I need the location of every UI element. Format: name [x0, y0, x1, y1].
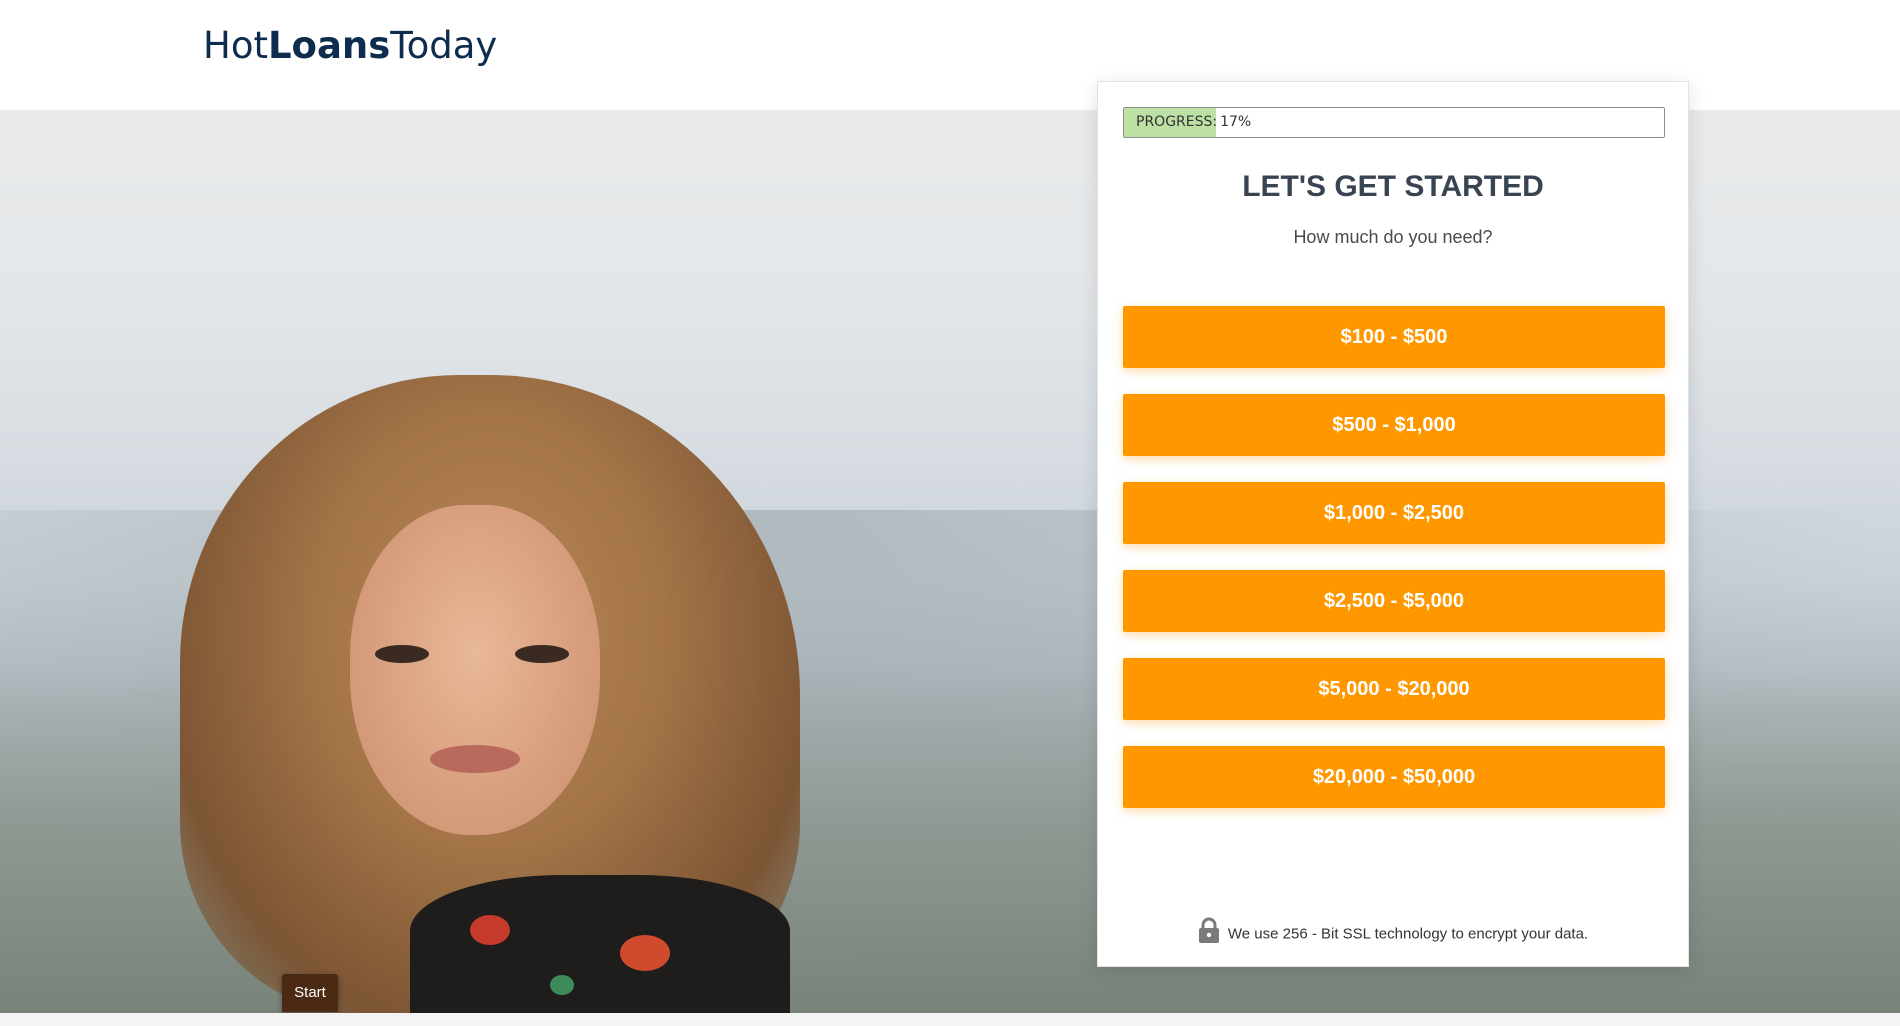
amount-option-1000-2500[interactable]: $1,000 - $2,500 — [1123, 482, 1665, 544]
face-shape — [350, 505, 600, 835]
progress-bar: PROGRESS: 17% — [1123, 107, 1665, 138]
shirt-leaf-shape — [550, 975, 574, 995]
logo-text-hot: Hot — [203, 24, 268, 67]
amount-option-5000-20000[interactable]: $5,000 - $20,000 — [1123, 658, 1665, 720]
loan-form-card: PROGRESS: 17% LET'S GET STARTED How much … — [1097, 81, 1689, 967]
shirt-flower-shape — [470, 915, 510, 945]
progress-label-text: PROGRESS: — [1136, 114, 1218, 130]
site-logo[interactable]: HotLoansToday — [203, 24, 497, 67]
progress-percent: 17% — [1220, 114, 1252, 130]
hero-photo-woman — [150, 275, 830, 1013]
amount-options: $100 - $500 $500 - $1,000 $1,000 - $2,50… — [1123, 306, 1665, 834]
form-question: How much do you need? — [1293, 227, 1493, 247]
amount-option-2500-5000[interactable]: $2,500 - $5,000 — [1123, 570, 1665, 632]
security-note: We use 256 - Bit SSL technology to encry… — [1098, 917, 1688, 950]
right-eye-shape — [515, 645, 569, 663]
progress-label: PROGRESS: 17% — [1136, 108, 1251, 137]
logo-text-loans: Loans — [267, 24, 391, 67]
lips-shape — [430, 745, 520, 773]
amount-option-20000-50000[interactable]: $20,000 - $50,000 — [1123, 746, 1665, 808]
security-note-text: We use 256 - Bit SSL technology to encry… — [1227, 925, 1589, 943]
logo-text-today: Today — [390, 24, 498, 67]
shirt-flower-shape — [620, 935, 670, 971]
start-tab-button[interactable]: Start — [282, 974, 338, 1012]
amount-option-500-1000[interactable]: $500 - $1,000 — [1123, 394, 1665, 456]
amount-option-100-500[interactable]: $100 - $500 — [1123, 306, 1665, 368]
form-title: LET'S GET STARTED — [1242, 170, 1544, 203]
left-eye-shape — [375, 645, 429, 663]
lock-icon — [1198, 917, 1220, 948]
shirt-shape — [410, 875, 790, 1013]
page-bottom-strip — [0, 1013, 1900, 1026]
